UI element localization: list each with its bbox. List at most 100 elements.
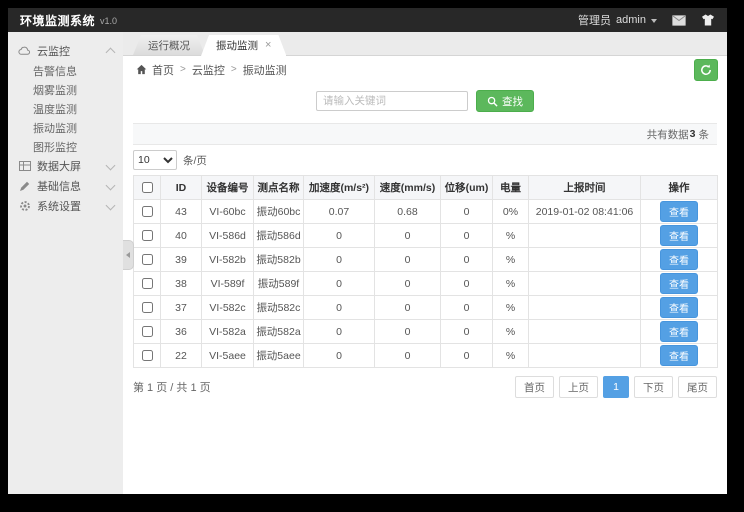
page-status: 第 1 页 / 共 1 页 xyxy=(133,379,211,395)
row-checkbox[interactable] xyxy=(142,278,153,289)
cell-accel: 0 xyxy=(304,320,375,344)
cell-point: 振动582b xyxy=(254,248,304,272)
view-button[interactable]: 查看 xyxy=(660,273,698,294)
app-window: 环境监测系统 v1.0 管理员 admin 云监控 xyxy=(8,8,727,494)
cell-disp: 0 xyxy=(441,296,493,320)
cell-battery: 0% xyxy=(493,200,529,224)
summary-bar: 共有数据3条 xyxy=(133,123,717,145)
row-action-cell: 查看 xyxy=(641,200,718,224)
cell-device: VI-589f xyxy=(202,272,254,296)
sidebar-item-temperature-monitor[interactable]: 温度监测 xyxy=(8,99,123,118)
last-page-button[interactable]: 尾页 xyxy=(678,376,717,398)
tab-label: 振动监测 xyxy=(216,38,258,53)
sidebar-item-data-screen[interactable]: 数据大屏 xyxy=(8,156,123,176)
current-page-button[interactable]: 1 xyxy=(603,376,629,398)
column-header: 操作 xyxy=(641,176,718,200)
view-button[interactable]: 查看 xyxy=(660,249,698,270)
mail-icon[interactable] xyxy=(672,15,686,26)
row-checkbox[interactable] xyxy=(142,350,153,361)
cell-battery: % xyxy=(493,344,529,368)
cell-battery: % xyxy=(493,320,529,344)
sidebar-item-vibration-monitor[interactable]: 振动监测 xyxy=(8,118,123,137)
table-head-row: ID设备编号测点名称加速度(m/s²)速度(mm/s)位移(um)电量上报时间操… xyxy=(134,176,718,200)
cell-time xyxy=(529,272,641,296)
breadcrumb-cloud-monitor[interactable]: 云监控 xyxy=(192,62,225,78)
user-role: 管理员 xyxy=(578,12,611,28)
view-button[interactable]: 查看 xyxy=(660,225,698,246)
cell-disp: 0 xyxy=(441,320,493,344)
select-all-checkbox[interactable] xyxy=(142,182,153,193)
row-checkbox[interactable] xyxy=(142,230,153,241)
cell-device: VI-582c xyxy=(202,296,254,320)
cell-time xyxy=(529,344,641,368)
tab-vibration-monitor[interactable]: 振动监测 × xyxy=(201,35,286,56)
cell-speed: 0 xyxy=(375,224,441,248)
table-row: 22VI-5aee振动5aee000%查看 xyxy=(134,344,718,368)
table-row: 43VI-60bc振动60bc0.070.6800%2019-01-02 08:… xyxy=(134,200,718,224)
cell-device: VI-586d xyxy=(202,224,254,248)
chevron-down-icon xyxy=(106,180,116,190)
breadcrumb-separator: > xyxy=(180,64,186,75)
select-all-cell xyxy=(134,176,161,200)
cell-battery: % xyxy=(493,248,529,272)
cell-speed: 0 xyxy=(375,296,441,320)
view-button[interactable]: 查看 xyxy=(660,345,698,366)
search-input[interactable] xyxy=(316,91,468,111)
prev-page-button[interactable]: 上页 xyxy=(559,376,598,398)
cell-accel: 0 xyxy=(304,296,375,320)
cell-device: VI-582a xyxy=(202,320,254,344)
row-action-cell: 查看 xyxy=(641,344,718,368)
cell-id: 38 xyxy=(161,272,202,296)
row-checkbox[interactable] xyxy=(142,206,153,217)
sidebar-item-cloud-monitor[interactable]: 云监控 xyxy=(8,41,123,61)
cell-device: VI-60bc xyxy=(202,200,254,224)
tab-bar: 运行概况 振动监测 × xyxy=(123,32,727,56)
breadcrumb-home[interactable]: 首页 xyxy=(152,62,174,78)
close-icon[interactable]: × xyxy=(265,40,271,51)
table-row: 39VI-582b振动582b000%查看 xyxy=(134,248,718,272)
shirt-icon[interactable] xyxy=(701,14,715,26)
cell-battery: % xyxy=(493,272,529,296)
app-title: 环境监测系统 xyxy=(20,12,95,29)
summary-prefix: 共有数据 xyxy=(647,127,689,142)
row-checkbox[interactable] xyxy=(142,254,153,265)
sidebar-item-smoke-monitor[interactable]: 烟雾监测 xyxy=(8,80,123,99)
cell-time xyxy=(529,320,641,344)
next-page-button[interactable]: 下页 xyxy=(634,376,673,398)
column-header: ID xyxy=(161,176,202,200)
top-bar: 环境监测系统 v1.0 管理员 admin xyxy=(8,8,727,32)
column-header: 设备编号 xyxy=(202,176,254,200)
refresh-button[interactable] xyxy=(694,59,718,81)
sidebar-collapse-handle[interactable] xyxy=(123,240,134,270)
row-checkbox[interactable] xyxy=(142,326,153,337)
view-button[interactable]: 查看 xyxy=(660,321,698,342)
chevron-down-icon xyxy=(106,200,116,210)
tab-running-overview[interactable]: 运行概况 xyxy=(133,35,205,55)
pagination: 第 1 页 / 共 1 页 首页 上页 1 下页 尾页 xyxy=(133,376,717,398)
page-size-select[interactable]: 10 xyxy=(133,150,177,170)
cell-point: 振动60bc xyxy=(254,200,304,224)
sidebar-item-graphic-monitor[interactable]: 图形监控 xyxy=(8,137,123,156)
search-button[interactable]: 查找 xyxy=(476,90,534,112)
sidebar-item-alarm-info[interactable]: 告警信息 xyxy=(8,61,123,80)
column-header: 测点名称 xyxy=(254,176,304,200)
view-button[interactable]: 查看 xyxy=(660,201,698,222)
cell-accel: 0 xyxy=(304,248,375,272)
cell-point: 振动5aee xyxy=(254,344,304,368)
table-panel: 共有数据3条 10 条/页 ID设备编号测点名称加速度(m/s²)速度(mm/s… xyxy=(133,123,717,494)
screen-icon xyxy=(18,161,31,171)
app-version: v1.0 xyxy=(100,16,117,26)
row-select-cell xyxy=(134,200,161,224)
sidebar-item-basic-info[interactable]: 基础信息 xyxy=(8,176,123,196)
sidebar-item-system-settings[interactable]: 系统设置 xyxy=(8,196,123,216)
tab-label: 运行概况 xyxy=(148,38,190,53)
cell-battery: % xyxy=(493,296,529,320)
column-header: 上报时间 xyxy=(529,176,641,200)
first-page-button[interactable]: 首页 xyxy=(515,376,554,398)
user-menu[interactable]: 管理员 admin xyxy=(578,12,657,28)
view-button[interactable]: 查看 xyxy=(660,297,698,318)
cell-disp: 0 xyxy=(441,200,493,224)
cell-accel: 0 xyxy=(304,344,375,368)
row-checkbox[interactable] xyxy=(142,302,153,313)
sidebar-item-label: 数据大屏 xyxy=(37,158,81,174)
